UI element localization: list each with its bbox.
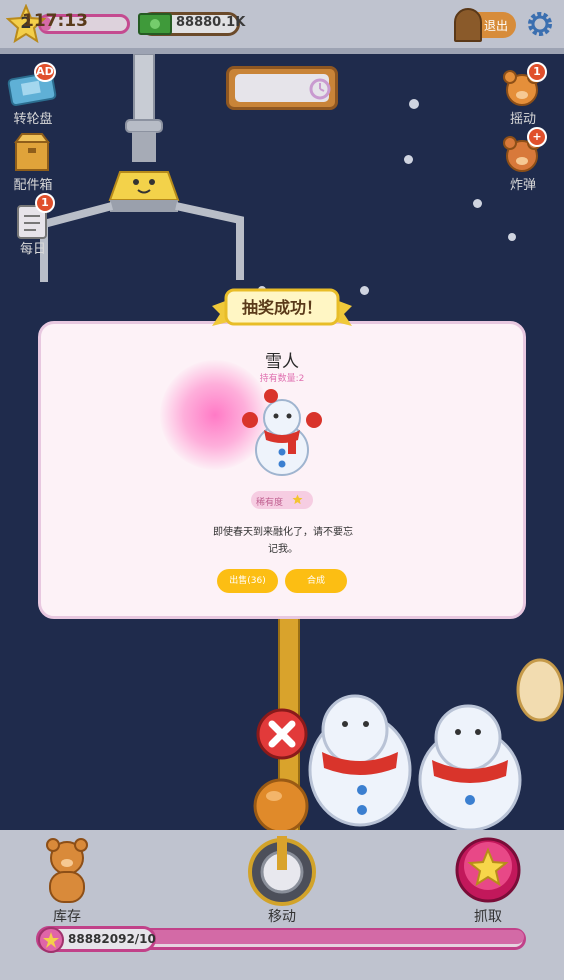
door-icon[interactable] <box>454 8 482 42</box>
merge-button[interactable]: 合成 <box>285 569 347 593</box>
parts-box-button[interactable] <box>12 132 52 174</box>
snowman-item-image <box>242 389 322 476</box>
progress-text: 88882092/10 <box>68 932 156 946</box>
ad-badge: AD <box>34 62 56 82</box>
success-title: 抽奖成功！ <box>241 298 322 317</box>
star-icon <box>292 494 303 505</box>
daily-label: 每日 <box>19 242 46 257</box>
bomb-badge: + <box>527 127 547 147</box>
inventory-button[interactable] <box>38 836 96 908</box>
star-coin-icon <box>38 927 64 953</box>
move-joystick-base[interactable] <box>246 836 318 906</box>
close-icon[interactable] <box>255 707 309 761</box>
cash-icon <box>138 13 172 35</box>
gear-icon[interactable] <box>526 10 554 38</box>
snowflake <box>409 99 419 109</box>
snowman-prizes <box>308 658 564 830</box>
rarity-label: 稀有度 <box>256 498 284 508</box>
joystick-knob[interactable] <box>250 776 312 834</box>
box-icon <box>14 133 50 171</box>
item-name: 雪人 <box>265 352 299 372</box>
snowflake <box>360 286 369 295</box>
clock-icon <box>309 78 331 100</box>
inventory-label: 库存 <box>53 909 81 925</box>
held-count: 持有数量:2 <box>259 374 305 384</box>
grab-label: 抓取 <box>474 909 502 925</box>
bomb-label: 炸弹 <box>509 178 536 193</box>
cash-amount: 88880.1K <box>176 15 246 30</box>
parts-box-label: 配件箱 <box>13 178 53 193</box>
gingerbread-bear-icon <box>46 838 88 903</box>
daily-badge: 1 <box>35 193 55 213</box>
sell-button[interactable]: 出售(36) <box>217 569 278 593</box>
exit-label: 退出 <box>484 19 509 33</box>
snowflake <box>404 155 413 164</box>
move-label: 移动 <box>268 909 296 925</box>
shake-label: 摇动 <box>509 112 536 127</box>
timer-text: 117:13 <box>22 11 88 31</box>
shake-badge: 1 <box>527 62 547 82</box>
wheel-spin-label: 转轮盘 <box>13 112 53 127</box>
snowflake <box>473 199 482 208</box>
item-description: 即使春天到来融化了，请不要忘记我。 <box>213 527 353 555</box>
grab-button[interactable] <box>455 836 521 906</box>
snowflake <box>508 233 516 241</box>
collection-progress-fill <box>112 930 524 944</box>
